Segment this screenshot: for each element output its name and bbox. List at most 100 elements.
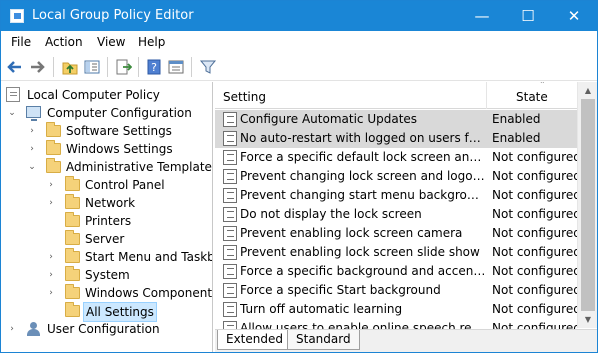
tree-item-software-settings[interactable]: › Software Settings [6,122,211,140]
list-row[interactable]: Turn off automatic learning Not configur… [215,300,577,319]
folder-icon [65,230,80,245]
title-bar[interactable]: Local Group Policy Editor — ☐ ✕ [1,1,597,31]
setting-name: Prevent enabling lock screen slide show [240,245,480,259]
tree-item-windows-settings[interactable]: › Windows Settings [6,140,211,158]
tree-item-administrative-templates[interactable]: ⌄ Administrative Templates [6,158,212,176]
tree-item-label: Network [85,196,136,210]
setting-name: Prevent changing start menu background [240,188,486,202]
column-header-setting[interactable]: Setting [223,90,266,104]
collapse-arrow-icon[interactable]: › [46,194,56,212]
up-folder-icon[interactable] [61,58,79,76]
properties-icon[interactable] [167,58,185,76]
tree-item-system[interactable]: › System [6,266,211,284]
policy-setting-icon [223,245,237,260]
folder-icon [65,302,80,317]
menu-action[interactable]: Action [45,35,83,49]
svg-text:?: ? [151,61,157,74]
setting-state: Not configured [492,226,577,240]
list-row[interactable]: Configure Automatic Updates Enabled [215,110,577,129]
list-row[interactable]: Force a specific background and accent c… [215,262,577,281]
setting-state: Enabled [492,112,541,126]
policy-icon [6,87,20,102]
column-header-state[interactable]: State [516,90,548,104]
menu-bar: File Action View Help [1,31,597,53]
collapse-arrow-icon[interactable]: › [27,140,37,158]
collapse-arrow-icon[interactable]: › [46,248,56,266]
collapse-arrow-icon[interactable]: › [7,320,17,338]
policy-setting-icon [223,264,237,279]
tab-extended[interactable]: Extended [217,330,292,350]
scroll-up-icon[interactable]: ▲ [581,85,595,97]
tree-item-control-panel[interactable]: › Control Panel [6,176,211,194]
tree-item-server[interactable]: Server [6,230,211,248]
list-row[interactable]: Prevent enabling lock screen slide show … [215,243,577,262]
list-row[interactable]: Prevent changing lock screen and logon i… [215,167,577,186]
collapse-arrow-icon[interactable]: › [27,122,37,140]
list-row[interactable]: Do not display the lock screen Not confi… [215,205,577,224]
toolbar-separator [107,57,108,77]
toolbar-separator [191,57,192,77]
filter-icon[interactable] [199,58,217,76]
tree-item-label: Printers [85,214,132,228]
setting-name: Prevent changing lock screen and logon i… [240,169,486,183]
policy-setting-icon [223,302,237,317]
back-icon[interactable] [6,58,24,76]
tree-item-network[interactable]: › Network [6,194,211,212]
tab-standard[interactable]: Standard [287,330,360,350]
list-row[interactable]: Force a specific Start background Not co… [215,281,577,300]
list-row[interactable]: Allow users to enable online speech reco… [215,319,577,329]
collapse-arrow-icon[interactable]: › [46,176,56,194]
folder-icon [65,248,80,263]
tree-item-local-computer-policy[interactable]: Local Computer Policy [6,86,211,104]
tree-item-label: Windows Settings [66,142,173,156]
export-list-icon[interactable] [114,58,132,76]
minimize-button[interactable]: — [459,1,505,31]
computer-icon [26,106,41,121]
folder-icon [46,158,61,173]
tree-item-all-settings[interactable]: All Settings [6,302,211,322]
folder-icon [46,140,61,155]
policy-setting-icon [223,131,237,146]
list-row[interactable]: Force a specific default lock screen and… [215,148,577,167]
scroll-thumb[interactable] [581,99,595,311]
toolbar-separator [138,57,139,77]
tree-item-start-menu-and-taskbar[interactable]: › Start Menu and Taskbar [6,248,212,266]
list-row[interactable]: No auto-restart with logged on users for… [215,129,577,148]
tree-item-windows-components[interactable]: › Windows Components [6,284,212,302]
forward-icon[interactable] [28,58,46,76]
policy-setting-icon [223,321,237,329]
list-row[interactable]: Prevent enabling lock screen camera Not … [215,224,577,243]
help-icon[interactable]: ? [145,58,163,76]
tree-item-label: Software Settings [66,124,172,138]
list-row[interactable]: Prevent changing start menu background N… [215,186,577,205]
policy-setting-icon [223,207,237,222]
setting-name: Prevent enabling lock screen camera [240,226,463,240]
policy-setting-icon [223,150,237,165]
setting-name: Force a specific background and accent c… [240,264,486,278]
collapse-arrow-icon[interactable]: › [46,284,56,302]
show-hide-tree-icon[interactable] [83,58,101,76]
menu-help[interactable]: Help [138,35,165,49]
vertical-scrollbar[interactable]: ▲ ▼ [577,82,597,328]
setting-name: Force a specific Start background [240,283,441,297]
maximize-button[interactable]: ☐ [505,1,551,31]
policy-setting-icon [223,112,237,127]
expand-arrow-icon[interactable]: ⌄ [7,104,17,122]
scroll-down-icon[interactable]: ▼ [581,314,595,326]
group-policy-app-icon [10,9,24,23]
tree-item-user-configuration[interactable]: › User Configuration [6,320,211,338]
menu-view[interactable]: View [97,35,125,49]
list-header: Setting ⌃ State [215,82,577,109]
column-divider[interactable] [486,82,487,109]
folder-icon [65,212,80,227]
tree-item-printers[interactable]: Printers [6,212,211,230]
collapse-arrow-icon[interactable]: › [46,266,56,284]
setting-state: Not configured [492,321,577,329]
tree-item-label: Control Panel [85,178,165,192]
expand-arrow-icon[interactable]: ⌄ [27,158,37,176]
tree-item-computer-configuration[interactable]: ⌄ Computer Configuration [6,104,211,122]
folder-icon [65,284,80,299]
close-button[interactable]: ✕ [551,1,597,31]
setting-name: Force a specific default lock screen and… [240,150,486,164]
menu-file[interactable]: File [11,35,31,49]
